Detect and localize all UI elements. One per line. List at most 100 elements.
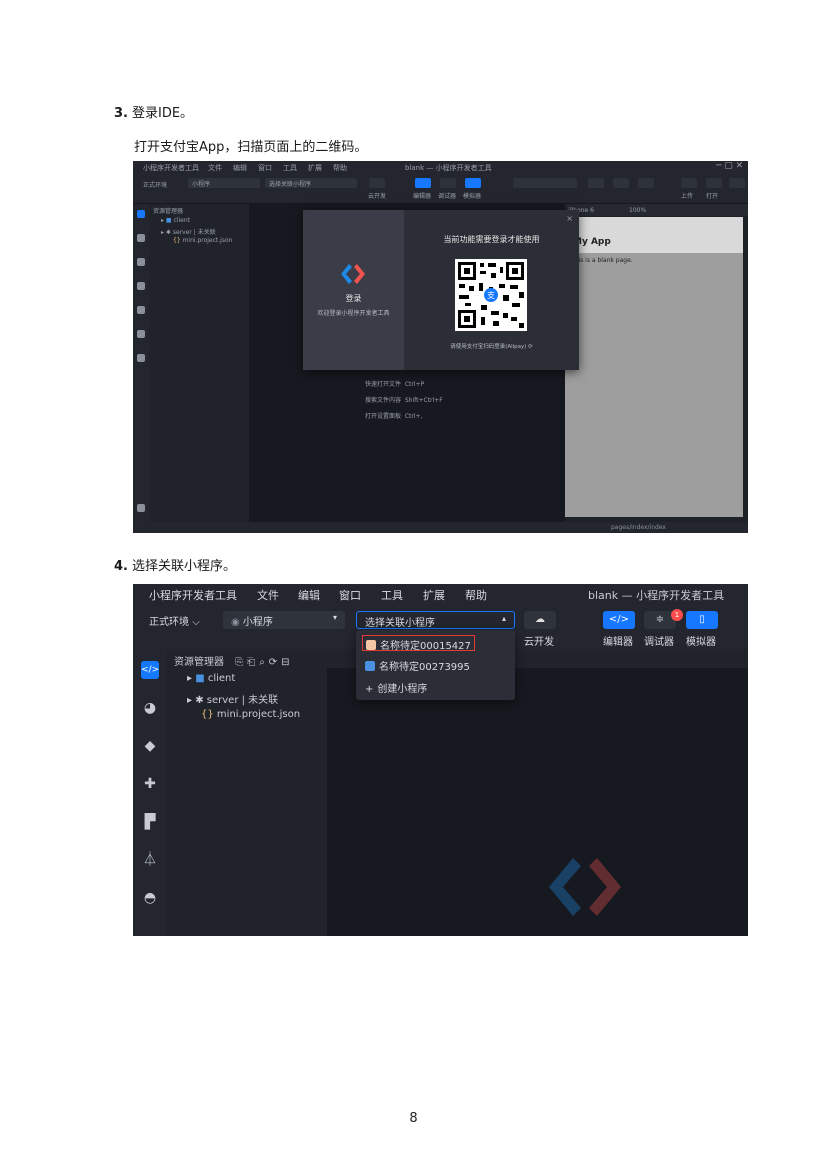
support-icon[interactable] xyxy=(137,354,145,362)
notification-badge: 1 xyxy=(671,609,683,621)
simulator-label: 模拟器 xyxy=(686,637,716,648)
qr-code-icon: 支 xyxy=(458,262,524,328)
explorer-panel: 资源管理器 ⎘⎗⌕⟳⊟ ▸ ■ client ▸ ✱ server | 未关联 … xyxy=(167,649,327,936)
menu-item[interactable]: 帮助 xyxy=(465,587,487,603)
simulator-toggle[interactable] xyxy=(465,178,481,188)
git-icon[interactable] xyxy=(137,258,145,266)
ide-select-app-screenshot: 小程序开发者工具 文件 编辑 窗口 工具 扩展 帮助 blank — 小程序开发… xyxy=(133,584,748,936)
window-title: blank — 小程序开发者工具 xyxy=(588,589,725,602)
menu-item[interactable]: 工具 xyxy=(283,163,297,173)
explorer-icon[interactable]: </> xyxy=(141,661,159,679)
explorer-title: 资源管理器 xyxy=(153,208,184,215)
app-type-select[interactable]: ◉ 小程序 ▾ xyxy=(223,611,345,629)
search-icon[interactable] xyxy=(137,234,145,242)
menu-bar: 小程序开发者工具 文件 编辑 窗口 工具 扩展 帮助 blank — 小程序开发… xyxy=(133,161,748,174)
select-app-dropdown[interactable]: 选择关联小程序 ▴ xyxy=(356,611,515,629)
app-avatar-icon xyxy=(365,661,375,671)
caret-up-icon: ▴ xyxy=(501,614,506,623)
extensions-icon[interactable]: ✚ xyxy=(141,775,159,793)
folder-icon: ■ xyxy=(195,673,205,684)
menu-item[interactable]: 小程序开发者工具 xyxy=(149,587,237,603)
menu-item[interactable]: 文件 xyxy=(257,587,279,603)
editor-toggle[interactable] xyxy=(415,178,431,188)
tree-item-client[interactable]: ▸ ■ client xyxy=(187,673,235,684)
explorer-actions[interactable]: ⎘⎗⌕⟳⊟ xyxy=(235,657,293,668)
menu-item[interactable]: 扩展 xyxy=(308,163,322,173)
tree-item-server[interactable]: ▸ ✱ server | 未关联 xyxy=(187,691,278,706)
tree-item-project-json[interactable]: {} mini.project.json xyxy=(173,237,232,244)
phone-icon: ▯ xyxy=(699,614,705,625)
editor-toggle[interactable]: </> xyxy=(603,611,635,629)
menu-bar: 小程序开发者工具 文件 编辑 窗口 工具 扩展 帮助 blank — 小程序开发… xyxy=(133,584,748,605)
support-icon[interactable]: ◓ xyxy=(141,889,159,907)
layout-icon[interactable] xyxy=(137,306,145,314)
menu-item[interactable]: 文件 xyxy=(208,163,222,173)
menu-item[interactable]: 工具 xyxy=(381,587,403,603)
env-select[interactable]: 正式环境 xyxy=(143,180,167,189)
simulator-toggle[interactable]: ▯ xyxy=(686,611,718,629)
test-flask-icon[interactable] xyxy=(137,330,145,338)
dropdown-item-create-app[interactable]: + 创建小程序 xyxy=(362,679,430,695)
zoom-select[interactable]: 100% xyxy=(629,207,646,214)
window-controls[interactable]: ─ ▢ ✕ xyxy=(716,161,743,171)
phone-nav-bar xyxy=(565,217,743,253)
svg-text:支: 支 xyxy=(487,290,495,300)
app-type-select[interactable]: 小程序 xyxy=(188,178,260,188)
simulator-label: 模拟器 xyxy=(463,193,482,200)
menu-item[interactable]: 扩展 xyxy=(423,587,445,603)
test-flask-icon[interactable]: ⏃ xyxy=(141,851,159,869)
extensions-icon[interactable] xyxy=(137,282,145,290)
git-icon[interactable]: ◆ xyxy=(141,737,159,755)
activity-bar xyxy=(133,204,149,522)
ide-logo-icon xyxy=(341,264,365,284)
tree-item-client[interactable]: ▸ ■ client xyxy=(161,217,190,224)
app-type-icon: ◉ xyxy=(231,617,240,628)
login-modal-left xyxy=(303,210,404,370)
open-label: 打开 xyxy=(706,193,719,200)
explorer-header: 资源管理器 ⎘⎗⌕⟳⊟ xyxy=(174,653,294,668)
menu-item[interactable]: 窗口 xyxy=(258,163,272,173)
tree-item-project-json[interactable]: {} mini.project.json xyxy=(201,709,300,720)
upload-button[interactable] xyxy=(681,178,697,188)
open-button[interactable] xyxy=(706,178,722,188)
close-icon[interactable]: × xyxy=(566,214,573,223)
cloud-button[interactable]: ☁ xyxy=(524,611,556,629)
explorer-icon[interactable] xyxy=(137,210,145,218)
select-app-dropdown[interactable]: 选择关联小程序 xyxy=(265,178,357,188)
debugger-label: 调试器 xyxy=(644,637,674,648)
debugger-label: 调试器 xyxy=(438,193,457,200)
menu-item[interactable]: 编辑 xyxy=(298,587,320,603)
preview-button[interactable] xyxy=(613,178,629,188)
cloud-label: 云开发 xyxy=(368,193,387,200)
dropdown-item-app-1[interactable]: 名称待定00015427 xyxy=(362,635,475,652)
step-title: 选择关联小程序。 xyxy=(131,559,236,574)
step-4-heading: 4. 选择关联小程序。 xyxy=(114,555,236,574)
sliders-icon: ≑ xyxy=(655,614,665,625)
login-required-title: 当前功能需要登录才能使用 xyxy=(443,235,540,244)
status-bar: pages/index/index xyxy=(133,522,748,533)
search-icon[interactable]: ◕ xyxy=(141,699,159,717)
env-select[interactable]: 正式环境 ⌵ xyxy=(149,613,200,628)
page-number: 8 xyxy=(409,1111,418,1126)
phone-text: This is a blank page. xyxy=(571,257,633,264)
step-3-heading: 3. 登录IDE。 xyxy=(114,102,193,121)
cloud-button[interactable] xyxy=(369,178,385,188)
menu-item[interactable]: 编辑 xyxy=(233,163,247,173)
debugger-toggle[interactable] xyxy=(440,178,456,188)
app-dropdown-menu: 名称待定00015427 名称待定00273995 + 创建小程序 xyxy=(356,630,515,700)
layout-icon[interactable]: ▛ xyxy=(141,813,159,831)
json-icon: {} xyxy=(173,237,181,244)
user-button[interactable] xyxy=(729,178,745,188)
menu-item[interactable]: 小程序开发者工具 xyxy=(143,163,199,173)
step-number: 4. xyxy=(114,559,128,574)
remote-debug-button[interactable] xyxy=(638,178,654,188)
compile-mode-select[interactable] xyxy=(513,178,577,188)
dropdown-item-app-2[interactable]: 名称待定00273995 xyxy=(362,657,473,673)
gear-icon[interactable] xyxy=(137,504,145,512)
menu-item[interactable]: 窗口 xyxy=(339,587,361,603)
tree-item-server[interactable]: ▸ ✱ server | 未关联 xyxy=(161,227,216,236)
window-title: blank — 小程序开发者工具 xyxy=(405,164,492,172)
editor-area xyxy=(327,668,748,936)
compile-button[interactable] xyxy=(588,178,604,188)
menu-item[interactable]: 帮助 xyxy=(333,163,347,173)
